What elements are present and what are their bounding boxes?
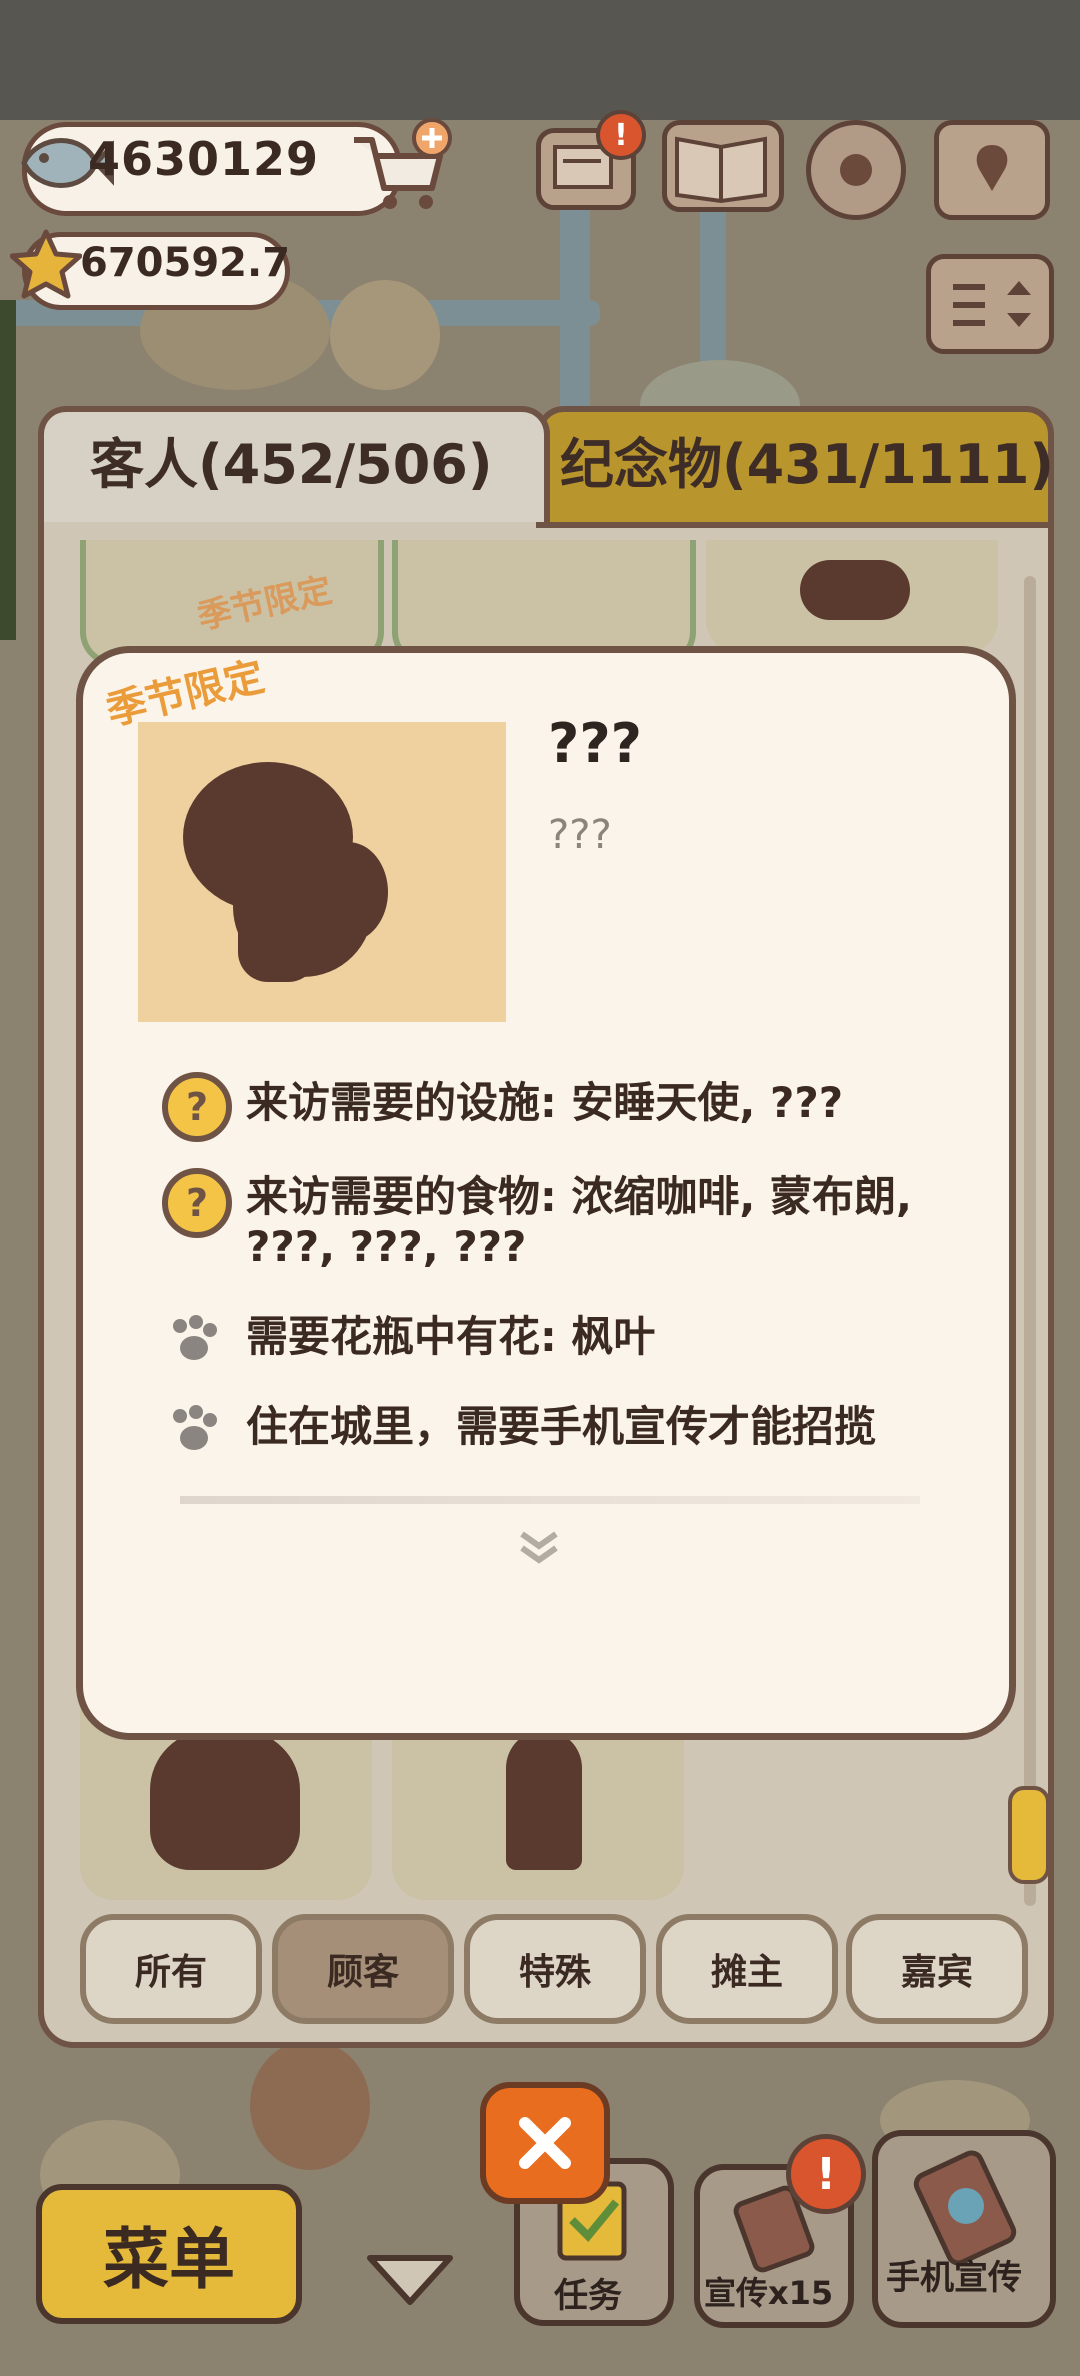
scrollbar-thumb[interactable] <box>1008 1786 1050 1884</box>
shop-cart-button[interactable] <box>346 118 456 218</box>
promotion-requirement: 住在城里，需要手机宣传才能招揽 <box>246 1402 877 1451</box>
promotion-label: 宣传x15 <box>704 2274 834 2312</box>
book-icon <box>675 136 767 204</box>
star-amount: 670592.7 <box>80 240 291 286</box>
flower-requirement: 需要花瓶中有花: 枫叶 <box>246 1312 656 1361</box>
alert-badge-icon: ! <box>786 2134 866 2214</box>
faded-text-line <box>180 1496 920 1504</box>
guest-name: ??? <box>548 712 642 775</box>
question-icon: ? <box>162 1072 232 1142</box>
guidebook-button[interactable] <box>662 120 784 212</box>
food-requirement: 来访需要的食物: 浓缩咖啡, 蒙布朗, ???, ???, ??? <box>246 1172 912 1271</box>
guest-silhouette <box>150 1730 300 1870</box>
scrollbar-track[interactable] <box>1024 576 1036 1906</box>
filter-special-button[interactable]: 特殊 <box>464 1914 646 2024</box>
phone-promotion-label: 手机宣传 <box>886 2258 1022 2298</box>
filter-customers-button[interactable]: 顾客 <box>272 1914 454 2024</box>
fish-amount: 4630129 <box>88 132 320 186</box>
tab-guests-label: 客人(452/506) <box>90 433 493 496</box>
alert-badge-icon: ! <box>596 110 646 160</box>
side-edge <box>0 300 16 640</box>
phone-icon <box>913 2150 1017 2266</box>
map-pin-icon <box>976 145 1008 191</box>
filter-vendors-button[interactable]: 摊主 <box>656 1914 838 2024</box>
gear-icon <box>840 154 872 186</box>
question-icon: ? <box>162 1168 232 1238</box>
top-status-area <box>0 0 1080 120</box>
tasks-label: 任务 <box>554 2276 622 2316</box>
paw-icon <box>173 1315 217 1360</box>
tab-souvenirs-label: 纪念物(431/1111) <box>560 433 1055 496</box>
sort-icon <box>953 281 1031 327</box>
sort-button[interactable] <box>926 254 1054 354</box>
settings-button[interactable] <box>806 120 906 220</box>
guest-silhouette <box>183 762 388 982</box>
close-popup-button[interactable] <box>480 2082 610 2204</box>
chevron-down-icon[interactable] <box>514 1528 564 1568</box>
filter-all-button[interactable]: 所有 <box>80 1914 262 2024</box>
cart-icon <box>354 118 452 209</box>
star-icon <box>10 229 82 299</box>
guest-portrait <box>138 722 506 1022</box>
filter-guests-button[interactable]: 嘉宾 <box>846 1914 1028 2024</box>
paw-icon <box>173 1405 217 1450</box>
menu-button[interactable]: 菜单 <box>36 2184 302 2324</box>
collapse-arrow-icon[interactable] <box>362 2250 458 2312</box>
facility-requirement: 来访需要的设施: 安睡天使, ??? <box>246 1078 844 1127</box>
guest-description: ??? <box>548 812 612 858</box>
guest-silhouette <box>506 1730 582 1870</box>
close-icon <box>519 2117 571 2169</box>
guest-silhouette <box>800 560 910 620</box>
map-button[interactable] <box>934 120 1050 220</box>
